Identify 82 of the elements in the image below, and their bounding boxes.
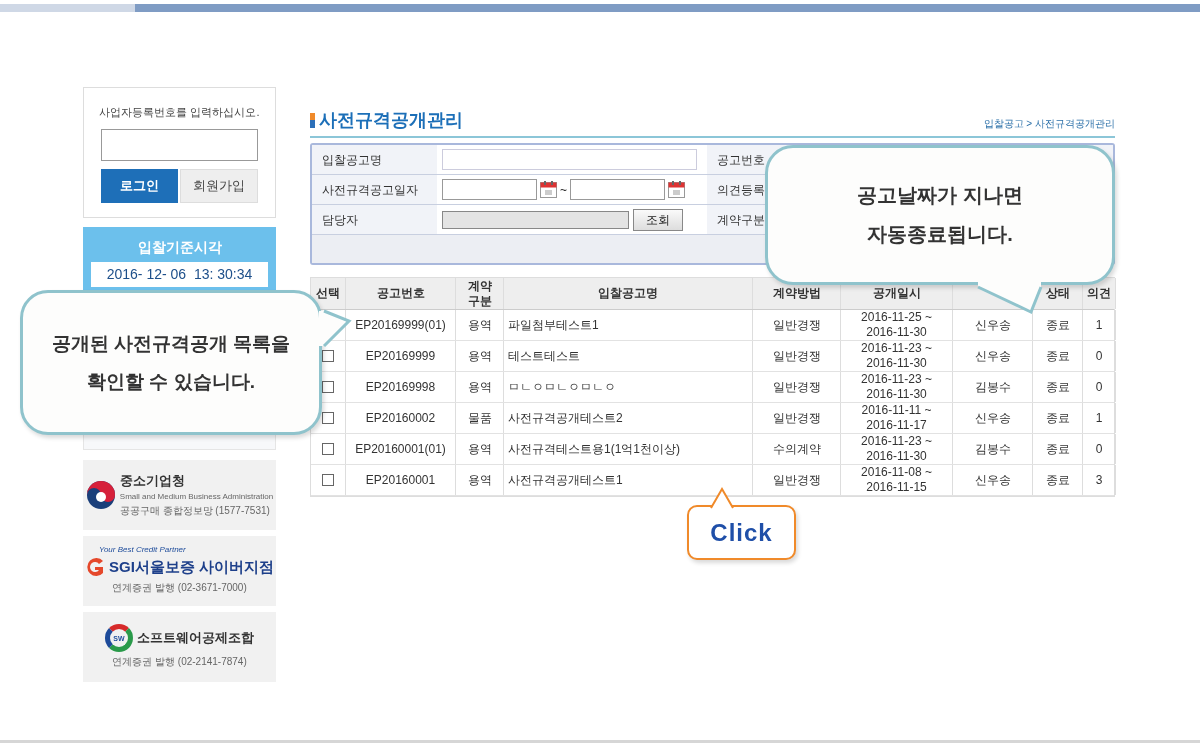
table-cell: 사전규격테스트용1(1억1천이상) <box>504 434 753 464</box>
table-cell: EP20169998 <box>346 372 456 402</box>
field-label: 사전규격공고일자 <box>322 181 418 199</box>
table-cell: 2016-11-23 ~ 2016-11-30 <box>841 434 953 464</box>
table-cell: EP20160001(01) <box>346 434 456 464</box>
table-cell: 신우송 <box>953 465 1033 495</box>
breadcrumb: 입찰공고 > 사전규격공개관리 <box>983 117 1115 131</box>
table-cell: 파일첨부테스트1 <box>504 310 753 340</box>
column-header: 공고번호 <box>346 278 456 309</box>
table-cell: EP20160002 <box>346 403 456 433</box>
partner-subtitle: Small and Medium Business Administration <box>119 490 274 503</box>
table-cell: 3 <box>1083 465 1116 495</box>
column-header: 의견 <box>1083 278 1116 309</box>
table-cell: EP20160001 <box>346 465 456 495</box>
table-cell: 0 <box>1083 341 1116 371</box>
table-cell: 일반경쟁 <box>753 403 841 433</box>
partner-name: SGI서울보증 사이버지점 <box>109 556 274 577</box>
table-cell: 용역 <box>456 372 504 402</box>
table-cell: 물품 <box>456 403 504 433</box>
table-cell: 일반경쟁 <box>753 372 841 402</box>
table-cell: 일반경쟁 <box>753 310 841 340</box>
table-cell: 2016-11-08 ~ 2016-11-15 <box>841 465 953 495</box>
table-cell: 2016-11-25 ~ 2016-11-30 <box>841 310 953 340</box>
column-header: 계약 구분 <box>456 278 504 309</box>
table-cell: 김봉수 <box>953 434 1033 464</box>
partner-banner[interactable]: Your Best Credit Partner SGI서울보증 사이버지점 연계증권 발행 (02-3671-7000) <box>83 535 276 606</box>
range-separator: ~ <box>560 181 567 199</box>
table-cell: 종료 <box>1033 341 1083 371</box>
table-cell: 일반경쟁 <box>753 465 841 495</box>
table-cell: 2016-11-11 ~ 2016-11-17 <box>841 403 953 433</box>
table-cell: 테스트테스트 <box>504 341 753 371</box>
table-cell: 1 <box>1083 403 1116 433</box>
table-cell: 신우송 <box>953 310 1033 340</box>
table-cell: 종료 <box>1033 372 1083 402</box>
table-cell: 0 <box>1083 434 1116 464</box>
partner-note: 연계증권 발행 (02-2141-7874) <box>112 655 247 669</box>
login-prompt: 사업자등록번호를 입력하십시오. <box>99 105 260 120</box>
page-title: 사전규격공개관리 <box>319 109 463 132</box>
clock-title: 입찰기준시각 <box>137 237 222 257</box>
table-cell: 종료 <box>1033 465 1083 495</box>
callout-text: Click <box>710 517 773 548</box>
table-cell: 김봉수 <box>953 372 1033 402</box>
field-label: 입찰공고명 <box>322 151 382 169</box>
table-cell: 종료 <box>1033 310 1083 340</box>
login-button[interactable]: 로그인 <box>101 168 178 203</box>
callout-text: 자동종료됩니다. <box>867 222 1013 247</box>
signup-button[interactable]: 회원가입 <box>179 168 258 203</box>
table-cell: 신우송 <box>953 403 1033 433</box>
table-cell: 2016-11-23 ~ 2016-11-30 <box>841 341 953 371</box>
callout-text: 공고날짜가 지나면 <box>857 183 1023 208</box>
lookup-button[interactable]: 조회 <box>633 208 683 231</box>
table-cell: ㅁㄴㅇㅁㄴㅇㅁㄴㅇ <box>504 372 753 402</box>
table-cell: 일반경쟁 <box>753 341 841 371</box>
table-cell: 신우송 <box>953 341 1033 371</box>
callout-text: 공개된 사전규격공개 목록을 <box>51 331 291 356</box>
partner-name: 소프트웨어공제조합 <box>137 629 254 648</box>
column-header: 선택 <box>311 278 346 309</box>
partner-name: 중소기업청 <box>119 472 186 491</box>
table-cell: 사전규격공개테스트2 <box>504 403 753 433</box>
partner-tagline: Your Best Credit Partner <box>99 545 186 554</box>
table-cell: 용역 <box>456 341 504 371</box>
table-cell: 용역 <box>456 310 504 340</box>
table-cell: 0 <box>1083 372 1116 402</box>
table-cell: 종료 <box>1033 403 1083 433</box>
table-cell: 수의계약 <box>753 434 841 464</box>
partner-note: 연계증권 발행 (02-3671-7000) <box>112 581 247 596</box>
field-label: 의견등록 <box>717 181 765 199</box>
partner-banner[interactable]: 중소기업청 Small and Medium Business Administration 공공구매 종합정보망 (1577-7531) <box>83 459 276 530</box>
partner-note: 공공구매 종합정보망 (1577-7531) <box>119 503 271 518</box>
table-cell: EP20169999(01) <box>346 310 456 340</box>
table-cell: 용역 <box>456 465 504 495</box>
table-cell: 1 <box>1083 310 1116 340</box>
callout-text: 확인할 수 있습니다. <box>87 369 255 394</box>
table-cell: 2016-11-23 ~ 2016-11-30 <box>841 372 953 402</box>
field-label: 계약구분 <box>717 211 765 229</box>
column-header: 입찰공고명 <box>504 278 753 309</box>
table-cell: 종료 <box>1033 434 1083 464</box>
field-label: 공고번호 <box>717 151 765 169</box>
table-cell: 용역 <box>456 434 504 464</box>
table-cell: EP20169999 <box>346 341 456 371</box>
field-label: 담당자 <box>322 211 358 229</box>
clock-time: 2016- 12- 06 13: 30:34 <box>91 261 268 287</box>
